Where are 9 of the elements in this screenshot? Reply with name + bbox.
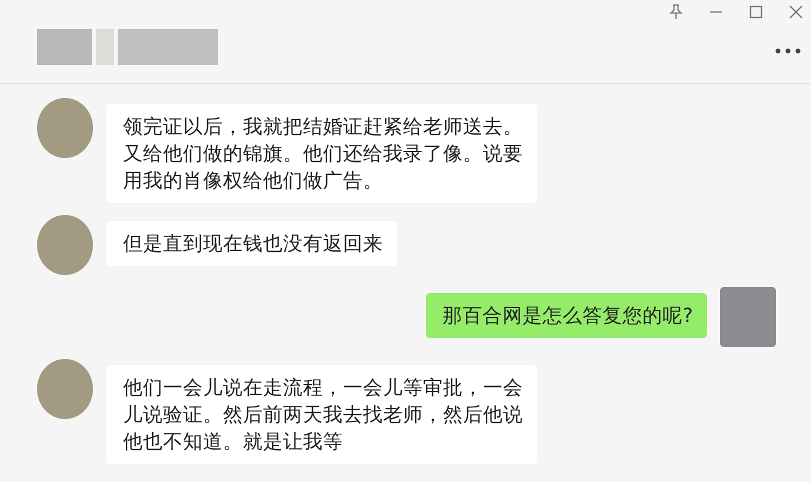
message-bubble: 那百合网是怎么答复您的呢? — [426, 293, 707, 338]
more-icon[interactable] — [775, 48, 801, 54]
close-icon[interactable] — [789, 5, 803, 19]
message-bubble: 他们一会儿说在走流程，一会儿等审批，一会儿说验证。然后前两天我去找老师，然后他说他也不知道。就是让我等 — [106, 365, 537, 464]
message-bubble: 但是直到现在钱也没有返回来 — [106, 221, 397, 266]
avatar-placeholder — [720, 287, 776, 347]
message-bubble: 领完证以后，我就把结婚证赶紧给老师送去。又给他们做的锦旗。他们还给我录了像。说要用我的肖像权给他们做广告。 — [106, 104, 537, 203]
pin-icon[interactable] — [669, 4, 683, 20]
maximize-icon[interactable] — [749, 5, 763, 19]
